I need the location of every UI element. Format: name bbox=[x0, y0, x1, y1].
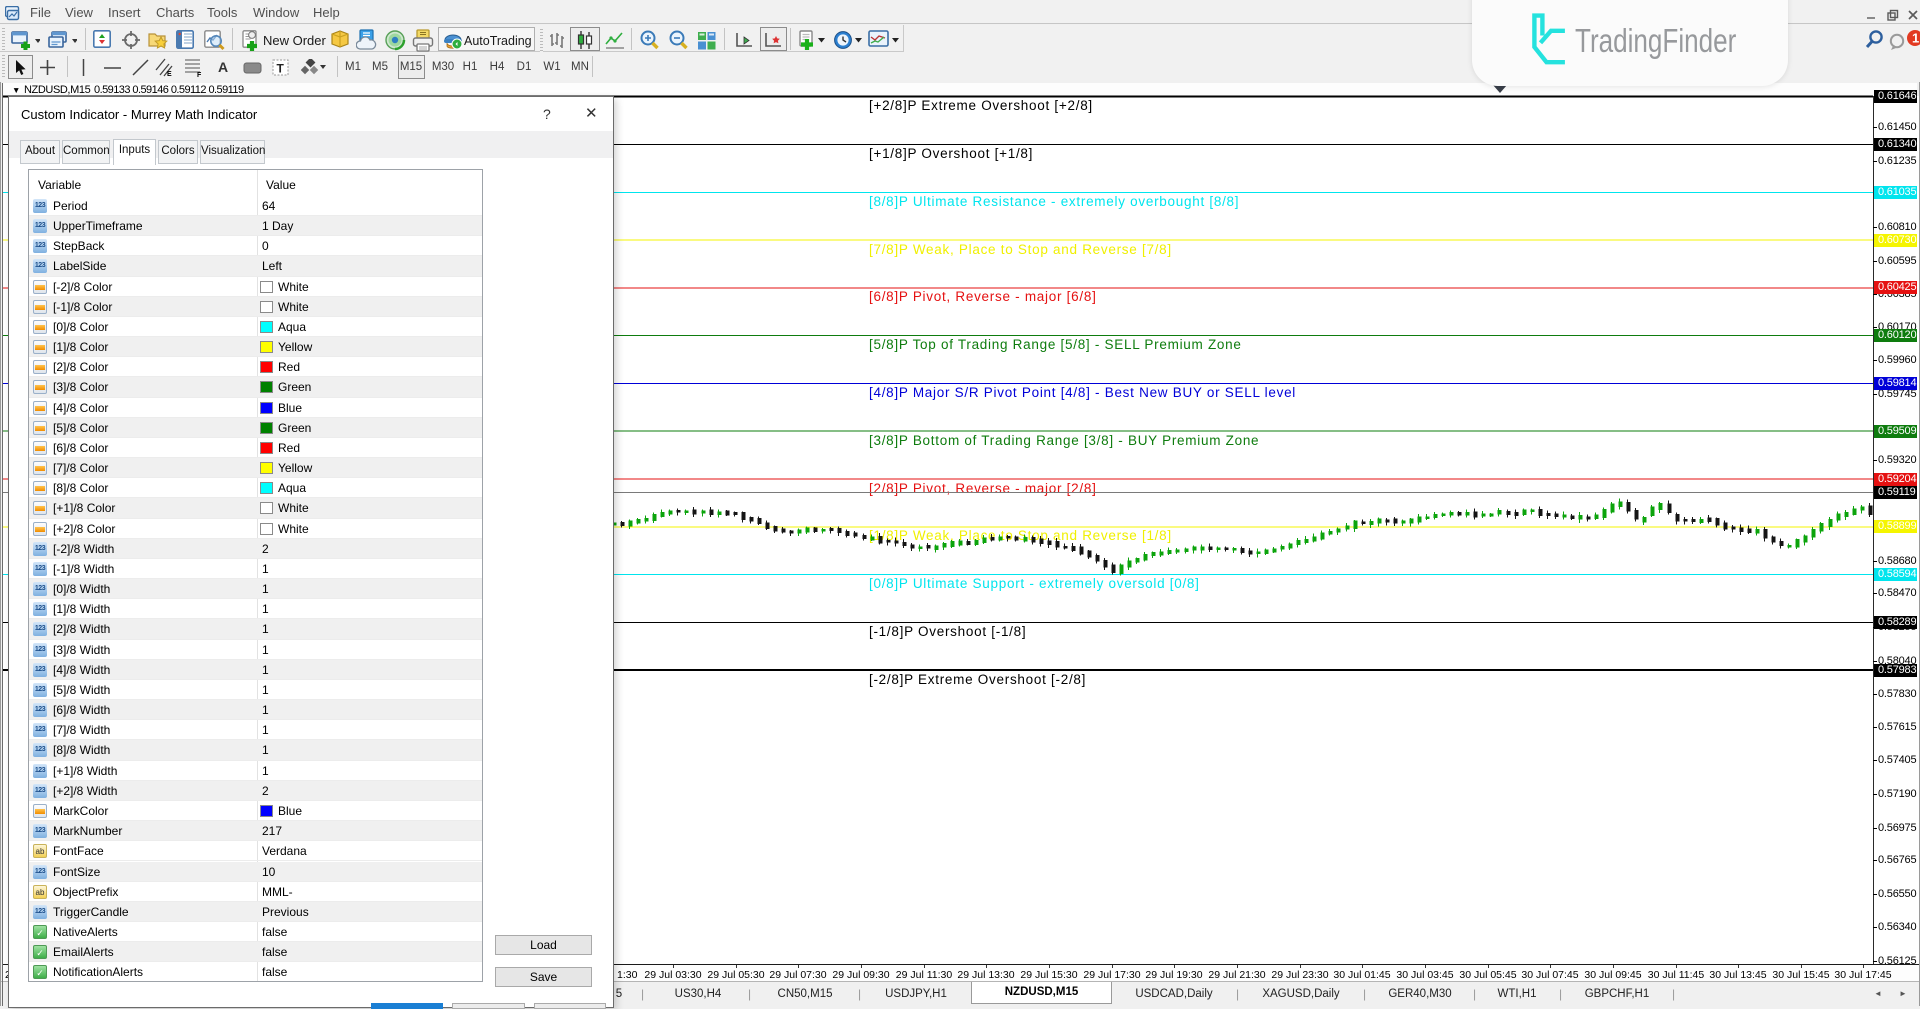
svg-text:1: 1 bbox=[1912, 31, 1919, 46]
